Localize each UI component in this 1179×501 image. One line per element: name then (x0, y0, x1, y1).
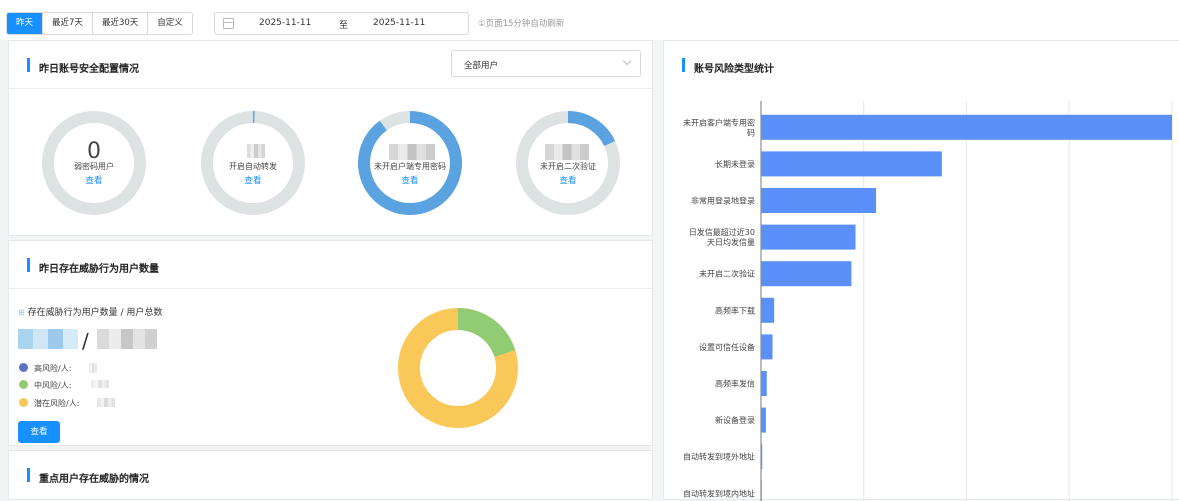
range-tabs: 昨天 最近7天 最近30天 自定义 (6, 12, 193, 35)
risk-type-chart: 未开启客户端专用密码长期未登录非常用登录地登录日发信最超过近30 天日均发信量未开… (683, 101, 1173, 501)
bar (761, 444, 763, 470)
y-tick-label: 未开启客户端专用密码 (683, 117, 755, 137)
bar (761, 114, 1172, 140)
date-separator: 至 (339, 21, 349, 31)
card-header: 重点用户存在威胁的情况 (9, 451, 652, 499)
title-accent (27, 58, 30, 72)
legend-dot (19, 380, 28, 389)
gauge-0: 0 弱密码用户 查看 (40, 109, 148, 217)
toolbar: 昨天 最近7天 最近30天 自定义 2025-11-11 至 2025-11-1… (0, 0, 1179, 40)
y-tick-label: 新设备登录 (715, 415, 755, 425)
tab-last-7-days[interactable]: 最近7天 (43, 13, 93, 34)
masked-value (545, 144, 589, 160)
card-header: 账号风险类型统计 (664, 41, 1179, 89)
masked-threat-count (18, 329, 78, 349)
card-header: 昨日账号安全配置情况 全部用户 (9, 41, 652, 89)
tab-yesterday[interactable]: 昨天 (7, 13, 44, 34)
bar (761, 371, 767, 396)
gauge-view-link[interactable]: 查看 (514, 174, 622, 186)
gauge-label: 弱密码用户 (74, 162, 114, 171)
y-tick-label: 自动转发到境外地址 (683, 452, 755, 462)
bar (761, 151, 942, 177)
bar (761, 261, 852, 287)
tab-last-30-days[interactable]: 最近30天 (93, 13, 149, 34)
y-tick-label: 长期未登录 (715, 159, 755, 169)
legend-dot (19, 363, 28, 372)
threat-users-card: 昨日存在威胁行为用户数量 ⊞ 存在威胁行为用户数量 / 用户总数 / 高风险/人… (8, 240, 653, 446)
bar (761, 297, 775, 323)
card-title: 账号风险类型统计 (694, 64, 774, 75)
masked-value (97, 398, 115, 407)
calendar-icon (223, 18, 234, 29)
bar (761, 224, 856, 250)
card-header: 昨日存在威胁行为用户数量 (9, 241, 652, 289)
gauge-3: 未开启二次验证 查看 (514, 109, 622, 217)
masked-value (389, 144, 435, 160)
y-tick-label: 设置可信任设备 (699, 342, 755, 352)
masked-value (91, 380, 109, 388)
legend-dot (19, 398, 28, 407)
y-tick-label: 非常用登录地登录 (691, 196, 755, 206)
user-filter-select[interactable]: 全部用户 (451, 50, 641, 77)
chevron-down-icon (622, 56, 632, 66)
date-end[interactable]: 2025-11-11 (373, 18, 425, 28)
view-threat-users-button[interactable]: 查看 (18, 421, 60, 443)
card-title: 重点用户存在威胁的情况 (39, 474, 149, 485)
gauge-view-link[interactable]: 查看 (40, 174, 148, 186)
y-tick-label: 日发信最超过近30 天日均发信量 (689, 227, 755, 247)
threat-donut (398, 308, 518, 428)
gauge-label: 未开启二次验证 (540, 162, 596, 171)
date-range-picker[interactable]: 2025-11-11 至 2025-11-11 (214, 12, 469, 35)
card-title: 昨日存在威胁行为用户数量 (39, 264, 159, 275)
threat-ratio-label: 存在威胁行为用户数量 / 用户总数 (27, 308, 163, 318)
y-tick-label: 自动转发到境内地址 (683, 488, 755, 498)
title-accent (27, 258, 30, 272)
legend-potential: 潜在风险/人: (19, 398, 79, 409)
legend-medium: 中风险/人: (19, 380, 71, 391)
user-filter-value: 全部用户 (464, 61, 499, 71)
grid-icon: ⊞ (18, 308, 25, 317)
masked-value (89, 363, 97, 373)
gauge-1: 开启自动转发 查看 (199, 109, 307, 217)
masked-value (247, 144, 265, 158)
refresh-note: ①页面15分钟自动刷新 (478, 19, 565, 29)
legend-high: 高风险/人: (19, 363, 71, 374)
title-accent (27, 468, 30, 482)
threat-ratio-caption: ⊞ 存在威胁行为用户数量 / 用户总数 (18, 305, 162, 318)
gauge-view-link[interactable]: 查看 (199, 174, 307, 186)
risk-stats-card: 账号风险类型统计 未开启客户端专用密码长期未登录非常用登录地登录日发信最超过近3… (663, 40, 1179, 501)
y-tick-label: 高频率下载 (715, 305, 755, 315)
title-accent (682, 58, 685, 72)
tab-custom[interactable]: 自定义 (148, 13, 192, 34)
gauge-2: 未开启户端专用密码查看 (356, 109, 464, 217)
gauge-label: 开启自动转发 (229, 162, 277, 171)
y-tick-label: 未开启二次验证 (699, 269, 755, 279)
ratio-separator: / (82, 329, 89, 353)
gauge-label: 未开启户端专用密码 (374, 162, 446, 171)
bar (761, 188, 877, 213)
masked-total-count (97, 329, 157, 349)
bar (761, 480, 762, 501)
bar (761, 407, 766, 433)
bar (761, 334, 773, 360)
card-title: 昨日账号安全配置情况 (39, 64, 139, 75)
gauge-view-link[interactable]: 查看 (356, 174, 464, 186)
y-tick-label: 高频率发信 (715, 379, 755, 389)
security-config-card: 昨日账号安全配置情况 全部用户 0 弱密码用户 查看 开启自动转发 查看 未开启户端专用密… (8, 40, 653, 236)
date-start[interactable]: 2025-11-11 (259, 18, 311, 28)
